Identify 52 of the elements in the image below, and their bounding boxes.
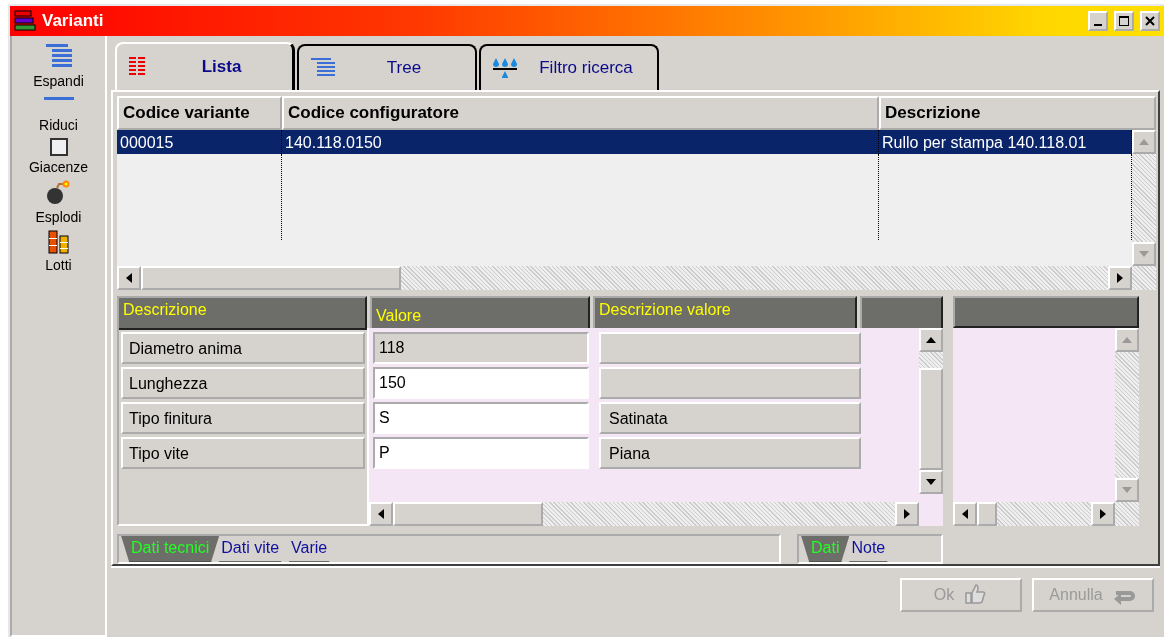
column-header[interactable]: Codice variante — [117, 96, 282, 130]
value-field[interactable]: 150 — [373, 366, 589, 399]
maximize-button[interactable] — [1114, 11, 1134, 31]
value-description: Piana — [599, 436, 861, 469]
column-header[interactable]: Descrizione valore — [593, 295, 857, 330]
section-tab[interactable]: Dati vite — [211, 535, 290, 562]
vertical-scrollbar[interactable] — [919, 327, 943, 494]
section-tab[interactable]: Dati — [801, 535, 850, 562]
value-field[interactable]: P — [373, 436, 589, 469]
horizontal-scrollbar[interactable] — [369, 501, 919, 526]
maximize-icon — [1118, 15, 1130, 27]
column-header[interactable]: Descrizione — [879, 96, 1156, 130]
drops-icon — [493, 58, 517, 78]
table-cell: 140.118.0150 — [282, 129, 879, 154]
tab[interactable]: Tree — [297, 44, 477, 90]
dash-icon — [43, 94, 74, 102]
close-icon — [1144, 15, 1156, 27]
list-icon — [45, 44, 72, 70]
minimize-icon — [1094, 24, 1102, 26]
section-tab[interactable]: Dati tecnici — [121, 535, 220, 562]
value-field[interactable]: S — [373, 401, 589, 434]
property-name: Tipo vite — [121, 436, 365, 469]
tab[interactable]: Lista — [115, 42, 295, 90]
property-name: Tipo finitura — [121, 401, 365, 434]
property-name: Lunghezza — [121, 366, 365, 399]
giacenze-checkbox[interactable]: Giacenze — [28, 138, 89, 176]
vertical-scrollbar[interactable] — [1132, 129, 1156, 266]
table-cell: 000015 — [117, 129, 282, 154]
minimize-button[interactable] — [1088, 11, 1108, 31]
toolbar-button[interactable]: Esplodi — [35, 180, 82, 226]
list-icon — [311, 58, 335, 78]
horizontal-scrollbar[interactable] — [953, 501, 1115, 526]
column-header[interactable]: Valore — [370, 295, 590, 330]
property-name: Diametro anima — [121, 331, 365, 364]
bomb-icon — [45, 180, 72, 206]
app-icon — [14, 10, 36, 32]
close-button[interactable] — [1140, 11, 1160, 31]
table-cell: Rullo per stampa 140.118.01 — [879, 129, 1132, 154]
section-tab[interactable]: Varie — [281, 535, 338, 562]
horizontal-scrollbar[interactable] — [117, 265, 1156, 290]
value-description: Satinata — [599, 401, 861, 434]
tab[interactable]: Filtro ricerca — [479, 44, 659, 90]
toolbar-button[interactable]: Riduci — [39, 94, 78, 134]
toolbar-button[interactable]: Espandi — [33, 44, 84, 90]
window-title: Varianti — [42, 10, 104, 33]
toolbar-button[interactable]: Lotti — [45, 230, 72, 274]
column-header[interactable]: Descrizione — [117, 295, 367, 330]
column-header[interactable]: Codice configuratore — [282, 96, 879, 130]
columns-icon — [47, 230, 70, 254]
section-tab[interactable]: Note — [841, 535, 896, 562]
vertical-scrollbar[interactable] — [1115, 327, 1139, 526]
checkbox-icon — [49, 138, 68, 156]
